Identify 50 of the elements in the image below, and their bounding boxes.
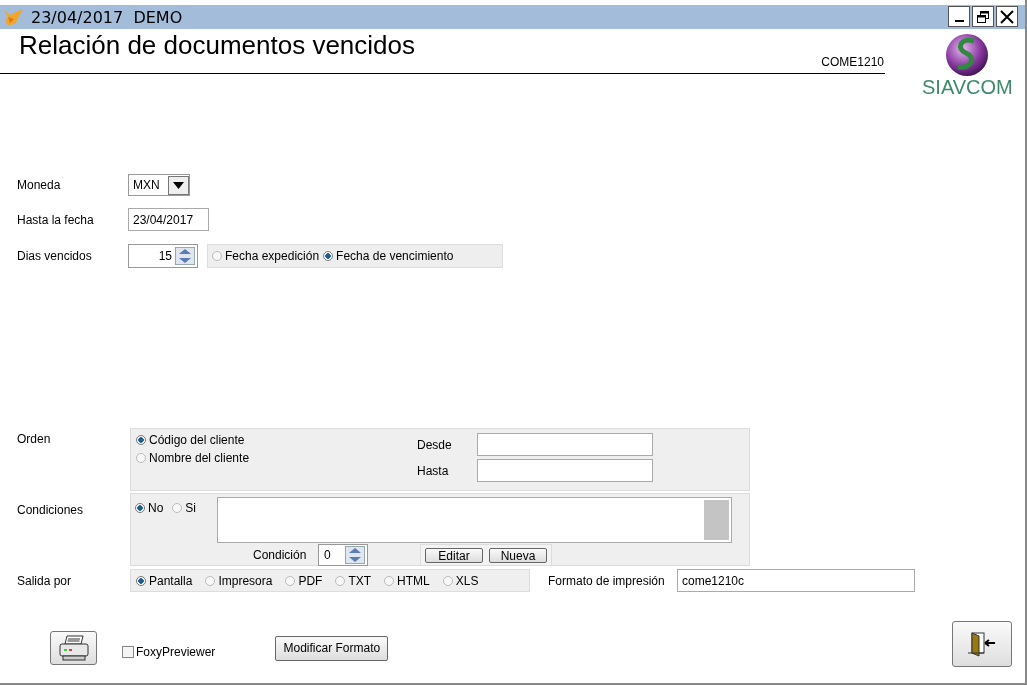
radio-option[interactable]: XLS <box>442 573 479 588</box>
field-label: Salida por <box>17 573 73 588</box>
condition-spinner[interactable]: 0 <box>318 544 368 566</box>
field-label: Formato de impresión <box>548 573 666 588</box>
close-icon <box>1000 9 1014 24</box>
radio-option[interactable]: HTML <box>384 573 430 588</box>
field-label: Desde <box>417 437 453 452</box>
to-field[interactable] <box>477 459 653 482</box>
format-field[interactable]: come1210c <box>677 569 915 592</box>
condition-button[interactable]: Nueva <box>489 548 547 563</box>
close-button[interactable] <box>996 6 1018 27</box>
field-label: Orden <box>17 432 52 446</box>
field-label: Moneda <box>17 178 62 192</box>
radio-option[interactable]: Pantalla <box>136 573 193 588</box>
previewer-checkbox[interactable]: FoxyPreviewer <box>122 645 216 659</box>
minimize-button[interactable] <box>948 6 970 27</box>
currency-dropdown[interactable]: MXN <box>128 174 190 196</box>
form-code: COME1210 <box>821 55 884 69</box>
scrollbar[interactable] <box>704 500 729 540</box>
field-label: Condiciones <box>17 503 85 517</box>
printer-icon <box>57 635 90 661</box>
field-label: Condición <box>253 548 308 562</box>
radio-option[interactable]: Fecha de vencimiento <box>323 249 454 263</box>
radio-option[interactable]: Código del cliente <box>136 433 417 447</box>
minimize-icon <box>954 20 964 22</box>
from-field[interactable] <box>477 433 653 456</box>
radio-option[interactable]: Impresora <box>205 573 273 588</box>
field-label: Hasta <box>417 463 450 478</box>
radio-option[interactable]: TXT <box>335 573 372 588</box>
print-button[interactable] <box>50 631 97 665</box>
restore-icon <box>977 10 989 23</box>
exit-button[interactable] <box>952 621 1012 667</box>
condition-button[interactable]: Editar <box>425 548 483 563</box>
radio-option[interactable]: Nombre del cliente <box>136 451 417 465</box>
form-title: Relación de documentos vencidos <box>19 30 416 61</box>
radio-option[interactable]: No <box>135 501 164 515</box>
radio-option[interactable]: Fecha expedición <box>212 249 320 263</box>
modify-format-button[interactable]: Modificar Formato <box>275 635 389 661</box>
radio-option[interactable]: Si <box>172 501 196 515</box>
window-title: 23/04/2017 DEMO <box>31 7 183 27</box>
restore-button[interactable] <box>972 6 994 27</box>
radio-option[interactable]: PDF <box>285 573 323 588</box>
fox-icon <box>2 6 24 28</box>
field-label: Hasta la fecha <box>17 212 95 227</box>
door-exit-icon <box>968 631 996 657</box>
days-spinner[interactable]: 15 <box>128 244 198 268</box>
field-label: Dias vencidos <box>17 249 93 263</box>
logo-text: SIAVCOM <box>922 77 1013 97</box>
caret-icon <box>172 181 184 189</box>
date-field[interactable]: 23/04/2017 <box>128 208 209 231</box>
